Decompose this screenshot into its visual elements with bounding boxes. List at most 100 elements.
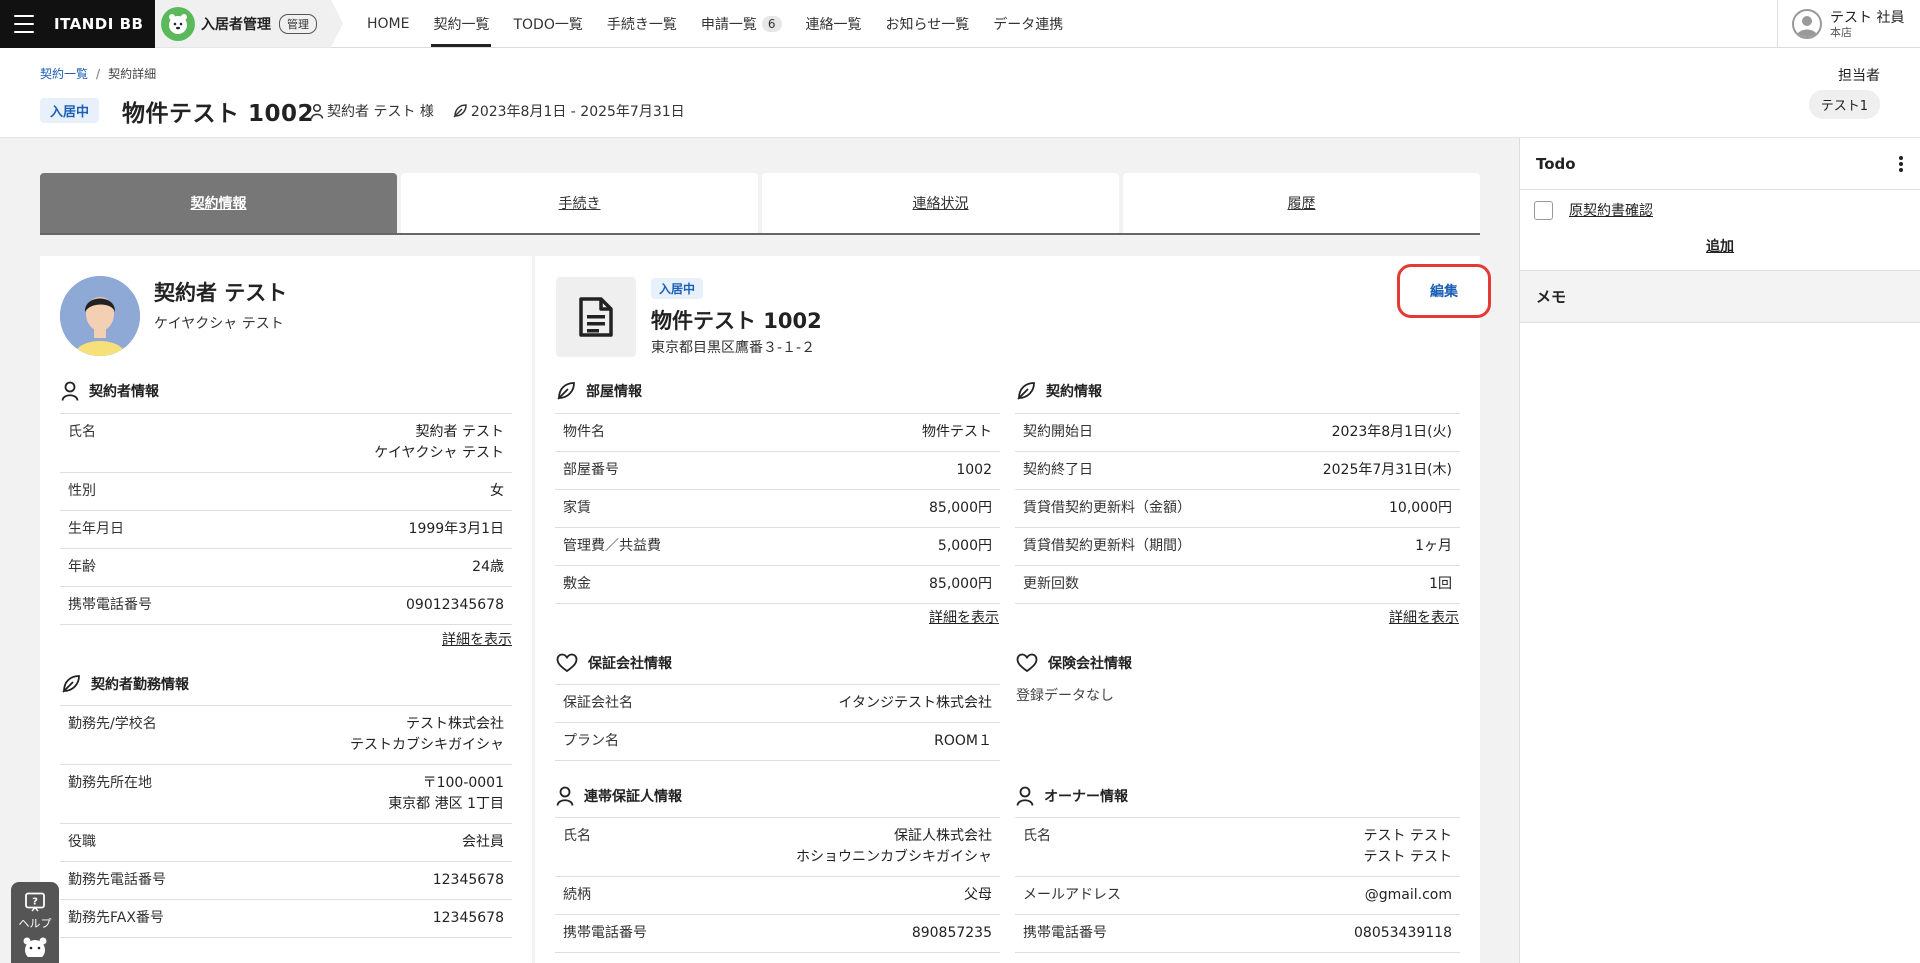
applications-count-badge: 6 bbox=[761, 15, 782, 32]
work-info-heading: 契約者勤務情報 bbox=[61, 674, 189, 694]
nav-contracts[interactable]: 契約一覧 bbox=[421, 0, 501, 48]
breadcrumb-current: 契約詳細 bbox=[108, 67, 157, 81]
row-label: 賃貸借契約更新料（期間） bbox=[1023, 538, 1191, 554]
todo-item-label[interactable]: 原契約書確認 bbox=[1569, 200, 1653, 220]
row-label: 契約終了日 bbox=[1023, 462, 1093, 478]
table-row: 敷金 85,000円 bbox=[555, 566, 1000, 604]
detail-tabs: 契約情報 手続き 連絡状況 履歴 bbox=[40, 173, 1480, 235]
row-label: プラン名 bbox=[563, 733, 619, 749]
tab-procedures[interactable]: 手続き bbox=[401, 173, 758, 233]
contractor-details-link[interactable]: 詳細を表示 bbox=[442, 629, 512, 649]
contractor-name: 契約者 テスト 様 bbox=[327, 104, 434, 120]
tab-history[interactable]: 履歴 bbox=[1123, 173, 1480, 233]
nav-contacts[interactable]: 連絡一覧 bbox=[794, 0, 874, 48]
table-row: 性別 女 bbox=[60, 473, 512, 511]
row-value: 物件テスト bbox=[922, 424, 992, 440]
nav-applications[interactable]: 申請一覧 6 bbox=[689, 0, 794, 48]
work-info-list: 勤務先/学校名 テスト株式会社 テストカブシキガイシャ 勤務先所在地 〒100-000… bbox=[60, 705, 512, 938]
room-info-heading: 部屋情報 bbox=[556, 381, 642, 401]
add-todo-link[interactable]: 追加 bbox=[1520, 230, 1920, 271]
table-row: 勤務先/学校名 テスト株式会社 テストカブシキガイシャ bbox=[60, 706, 512, 765]
row-label: 勤務先/学校名 bbox=[68, 716, 157, 732]
row-value: 24歳 bbox=[472, 559, 504, 575]
row-label: 携帯電話番号 bbox=[1023, 925, 1107, 941]
nav-home[interactable]: HOME bbox=[355, 0, 421, 48]
table-row: 保証会社名 イタンジテスト株式会社 bbox=[555, 685, 1000, 723]
row-value: 会社員 bbox=[462, 834, 504, 850]
row-label: 年齢 bbox=[68, 559, 96, 575]
tab-contract-info[interactable]: 契約情報 bbox=[40, 173, 397, 233]
contract-details-link[interactable]: 詳細を表示 bbox=[1389, 607, 1459, 627]
user-branch: 本店 bbox=[1830, 25, 1852, 39]
user-name: テスト 社員 bbox=[1830, 9, 1905, 26]
table-row: 賃貸借契約更新料（期間） 1ヶ月 bbox=[1015, 528, 1460, 566]
edit-button[interactable]: 編集 bbox=[1397, 264, 1491, 318]
value-line: 東京都 港区 1丁目 bbox=[388, 796, 504, 812]
table-row: 氏名 テスト テスト テスト テスト bbox=[1015, 818, 1460, 877]
assignee-chip[interactable]: テスト1 bbox=[1808, 90, 1880, 119]
contractor-avatar bbox=[60, 276, 140, 356]
nav-label: 手続き一覧 bbox=[606, 16, 677, 33]
nav-label: HOME bbox=[367, 15, 410, 32]
memo-header[interactable]: メモ bbox=[1520, 271, 1920, 323]
property-card: 入居中 物件テスト 1002 東京都目黒区鷹番３-１-２ 部屋情報 物件名 物件テ… bbox=[535, 256, 1480, 963]
brand-logo[interactable]: ITANDI BB bbox=[54, 15, 143, 33]
section-title: 保証会社情報 bbox=[588, 656, 672, 672]
room-details-link[interactable]: 詳細を表示 bbox=[929, 607, 999, 627]
user-menu[interactable]: テスト 社員 本店 bbox=[1777, 0, 1920, 48]
section-title: 契約者勤務情報 bbox=[91, 677, 189, 693]
row-label: 勤務先所在地 bbox=[68, 775, 152, 791]
todo-title: Todo bbox=[1536, 154, 1576, 173]
nav-procedures[interactable]: 手続き一覧 bbox=[595, 0, 689, 48]
todo-sidebar: Todo 原契約書確認 追加 メモ bbox=[1519, 138, 1920, 963]
row-label: 勤務先FAX番号 bbox=[68, 910, 164, 926]
contractor-name-heading: 契約者 テスト bbox=[154, 281, 288, 305]
row-value: 890857235 bbox=[911, 925, 992, 941]
table-row: 契約開始日 2023年8月1日(火) bbox=[1015, 414, 1460, 452]
row-value: 12345678 bbox=[432, 872, 504, 888]
memo-title: メモ bbox=[1536, 288, 1567, 306]
contractor-profile: 契約者 テスト ケイヤクシャ テスト bbox=[60, 276, 287, 356]
table-row: 更新回数 1回 bbox=[1015, 566, 1460, 604]
admin-badge: 管理 bbox=[279, 14, 317, 34]
insurance-empty-text: 登録データなし bbox=[1016, 688, 1114, 704]
property-title: 物件テスト 1002 bbox=[651, 309, 822, 333]
owner-info-list: 氏名 テスト テスト テスト テスト メールアドレス @gmail.com 携帯電話番… bbox=[1015, 817, 1460, 953]
guarantor-info-list: 氏名 保証人株式会社 ホショウニンカブシキガイシャ 続柄 父母 携帯電話番号 89085… bbox=[555, 817, 1000, 953]
table-row: 管理費／共益費 5,000円 bbox=[555, 528, 1000, 566]
row-label: 携帯電話番号 bbox=[563, 925, 647, 941]
more-vertical-icon[interactable] bbox=[1898, 155, 1904, 173]
breadcrumb-contracts-link[interactable]: 契約一覧 bbox=[40, 67, 88, 81]
row-value: 08053439118 bbox=[1354, 925, 1452, 941]
person-icon bbox=[1016, 786, 1034, 806]
heart-icon bbox=[1016, 653, 1038, 673]
contract-info-list: 契約開始日 2023年8月1日(火) 契約終了日 2025年7月31日(木) 賃貸借… bbox=[1015, 413, 1460, 604]
row-value: 2025年7月31日(木) bbox=[1322, 462, 1452, 478]
row-label: 携帯電話番号 bbox=[68, 597, 152, 613]
app-switcher[interactable]: 入居者管理 管理 bbox=[155, 0, 343, 48]
nav-todo[interactable]: TODO一覧 bbox=[501, 0, 594, 48]
guarantee-info-heading: 保証会社情報 bbox=[556, 653, 672, 673]
todo-header: Todo bbox=[1520, 138, 1920, 190]
nav-data-link[interactable]: データ連携 bbox=[981, 0, 1075, 48]
feather-icon bbox=[557, 382, 575, 400]
todo-checkbox[interactable] bbox=[1534, 200, 1553, 220]
table-row: 年齢 24歳 bbox=[60, 549, 512, 587]
nav-label: 申請一覧 bbox=[700, 16, 757, 33]
help-widget[interactable]: ? ヘルプ bbox=[11, 882, 59, 963]
row-value: 10,000円 bbox=[1389, 500, 1452, 516]
tab-contact-status[interactable]: 連絡状況 bbox=[762, 173, 1119, 233]
help-label: ヘルプ bbox=[18, 917, 52, 930]
row-value: @gmail.com bbox=[1364, 887, 1452, 903]
row-label: 契約開始日 bbox=[1023, 424, 1093, 440]
row-value: 父母 bbox=[964, 887, 992, 903]
row-value: 2023年8月1日(火) bbox=[1331, 424, 1452, 440]
user-avatar-icon bbox=[1792, 9, 1822, 39]
insurance-info-heading: 保険会社情報 bbox=[1016, 653, 1132, 673]
mascot-icon bbox=[23, 937, 47, 957]
hamburger-menu-icon[interactable] bbox=[14, 14, 34, 33]
row-label: 物件名 bbox=[563, 424, 605, 440]
row-value: 12345678 bbox=[432, 910, 504, 926]
nav-notices[interactable]: お知らせ一覧 bbox=[874, 0, 982, 48]
table-row: 続柄 父母 bbox=[555, 877, 1000, 915]
